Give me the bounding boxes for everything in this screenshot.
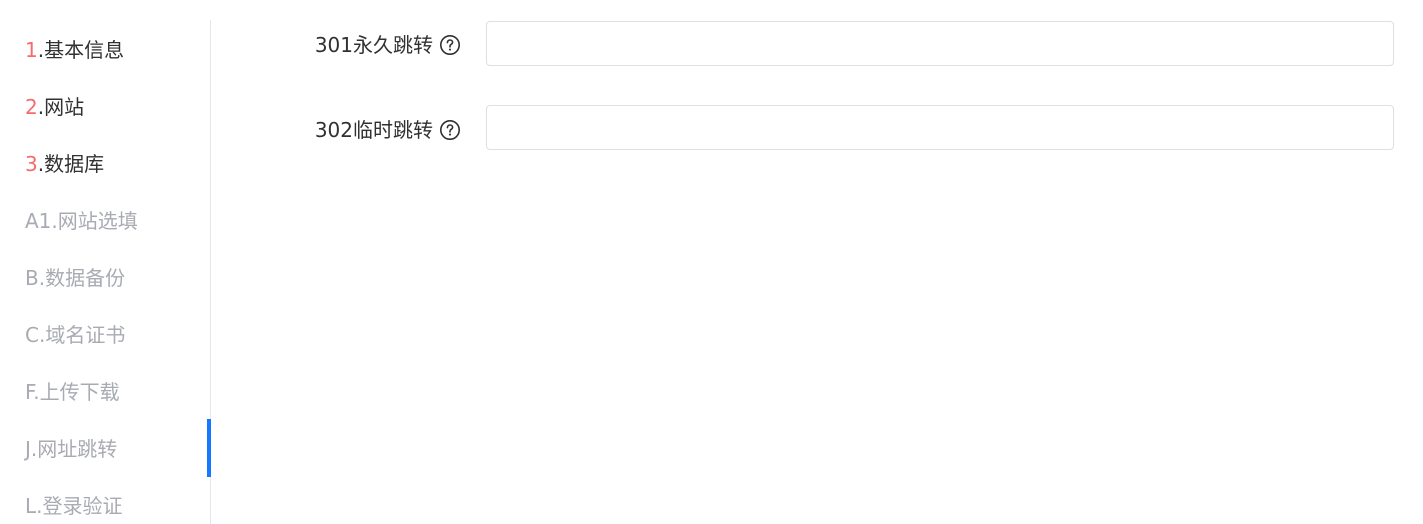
help-icon[interactable] [439, 34, 461, 56]
sidebar-item-domain-certificate[interactable]: C.域名证书 [25, 323, 125, 347]
question-circle-icon [440, 120, 460, 140]
sidebar-item-upload-download[interactable]: F.上传下载 [25, 380, 120, 404]
sidebar-item-label: .网站 [37, 95, 85, 119]
help-icon[interactable] [439, 119, 461, 141]
settings-page: 1.基本信息 2.网站 3.数据库 A1.网站选填 B.数据备份 C.域名证书 … [0, 0, 1423, 524]
redirect-302-label: 302临时跳转 [314, 118, 433, 142]
sidebar-item-website[interactable]: 2.网站 [25, 95, 84, 119]
redirect-301-input[interactable] [486, 21, 1394, 66]
sidebar-item-number: 3 [25, 152, 38, 176]
sidebar-item-basic-info[interactable]: 1.基本信息 [25, 38, 124, 62]
sidebar-item-number: 1 [25, 38, 38, 62]
sidebar-item-number: 2 [25, 95, 38, 119]
sidebar-item-data-backup[interactable]: B.数据备份 [25, 266, 125, 290]
sidebar-item-url-redirect[interactable]: J.网址跳转 [25, 437, 117, 461]
sidebar-item-login-verification[interactable]: L.登录验证 [25, 494, 123, 518]
sidebar-active-indicator [207, 419, 211, 477]
sidebar-nav: 1.基本信息 2.网站 3.数据库 A1.网站选填 B.数据备份 C.域名证书 … [0, 0, 211, 524]
sidebar-item-label: .数据库 [37, 152, 105, 176]
sidebar-item-database[interactable]: 3.数据库 [25, 152, 104, 176]
redirect-302-input[interactable] [486, 105, 1394, 150]
sidebar-item-website-optional[interactable]: A1.网站选填 [25, 209, 138, 233]
question-circle-icon [440, 35, 460, 55]
sidebar-item-label: .基本信息 [37, 38, 125, 62]
redirect-301-label: 301永久跳转 [314, 33, 433, 57]
